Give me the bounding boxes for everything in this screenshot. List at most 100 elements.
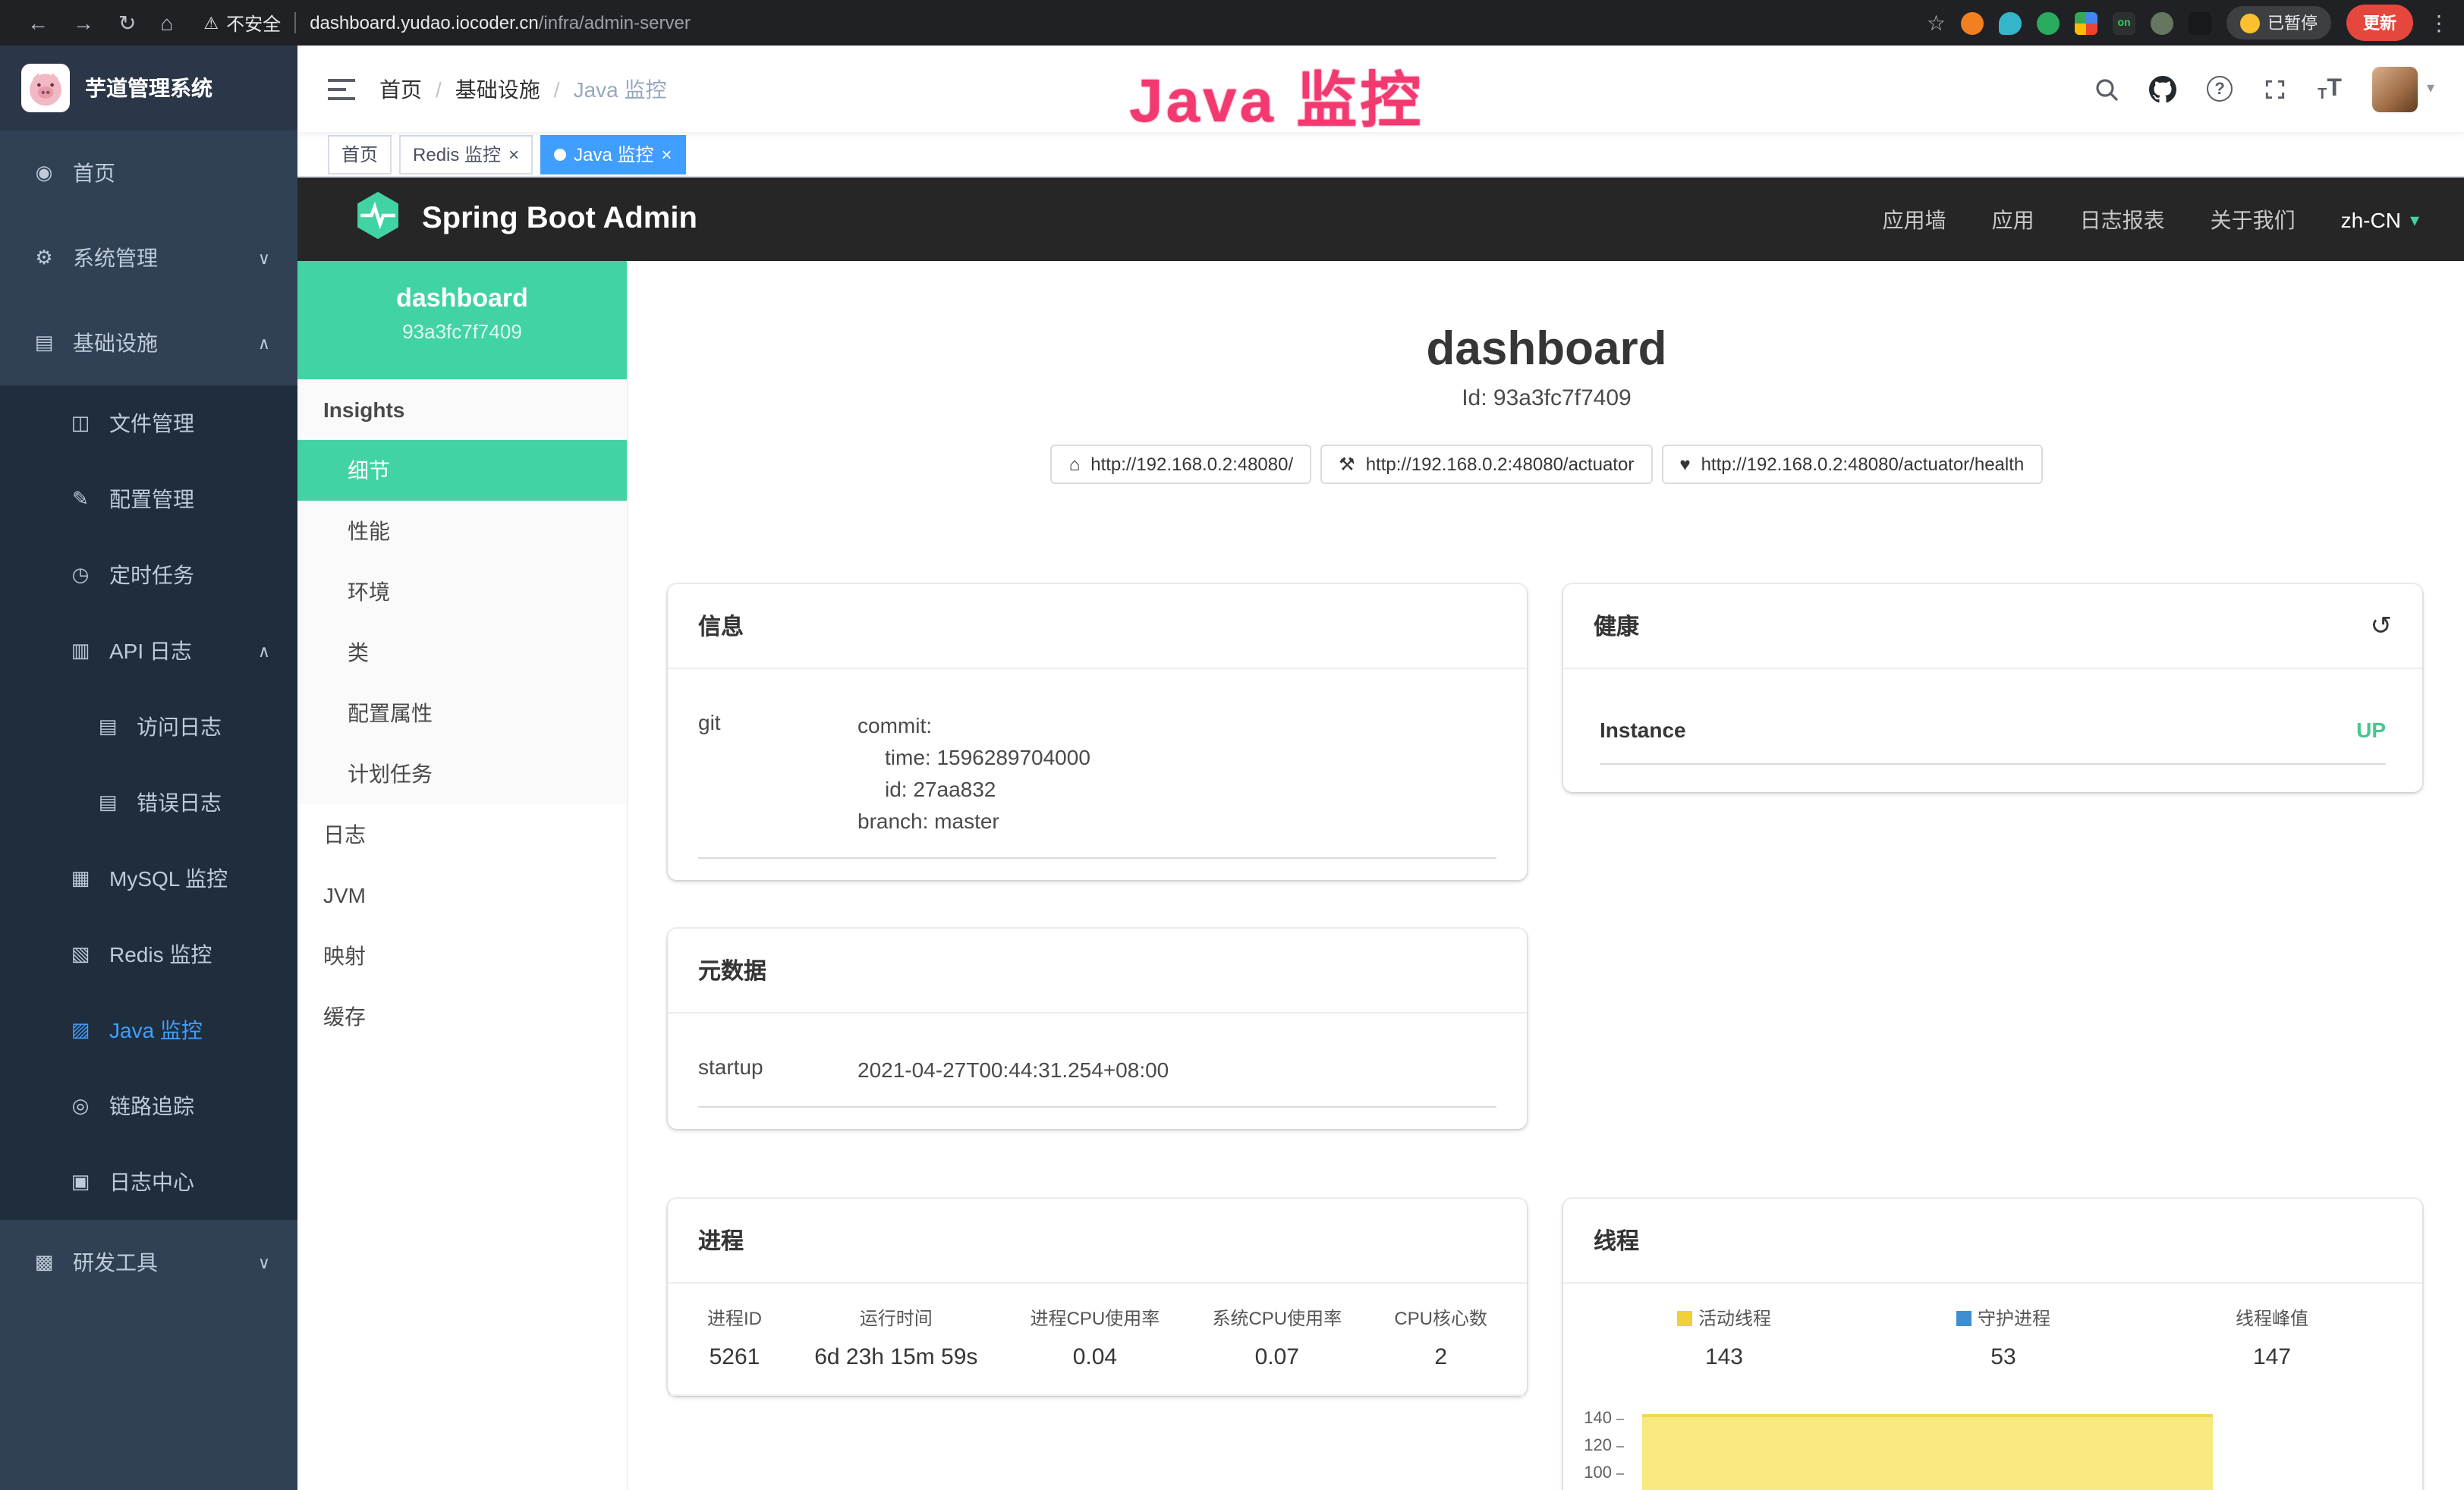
locale-label: zh-CN xyxy=(2341,207,2401,231)
extension-icon[interactable] xyxy=(2037,11,2060,34)
sidebar-item-file-mgmt[interactable]: ◫ 文件管理 xyxy=(0,385,297,461)
font-size-icon[interactable]: TT xyxy=(2318,75,2342,102)
sba-item-jvm[interactable]: JVM xyxy=(297,865,627,926)
breadcrumb-infrastructure[interactable]: 基础设施 xyxy=(455,74,540,104)
sidebar-item-system-mgmt[interactable]: ⚙ 系统管理 ∨ xyxy=(0,215,297,300)
sidebar-item-scheduled-jobs[interactable]: ◷ 定时任务 xyxy=(0,537,297,613)
sidebar-item-label: 配置管理 xyxy=(109,484,194,514)
sidebar-item-label: 系统管理 xyxy=(73,243,158,273)
sidebar-item-log-center[interactable]: ▣ 日志中心 xyxy=(0,1144,297,1220)
active-threads-area xyxy=(1642,1414,2213,1490)
page-header: 首页 / 基础设施 / Java 监控 ? xyxy=(297,46,2464,132)
metric-value: 2 xyxy=(1394,1344,1487,1370)
sidebar-item-access-logs[interactable]: ▤ 访问日志 xyxy=(0,689,297,765)
sba-nav-journal[interactable]: 日志报表 xyxy=(2080,204,2165,234)
card-title-threads: 线程 xyxy=(1594,1224,1639,1256)
metric-pid: 进程ID 5261 xyxy=(707,1305,762,1370)
sba-item-caches[interactable]: 缓存 xyxy=(297,986,627,1047)
breadcrumb-home[interactable]: 首页 xyxy=(379,74,422,104)
document-icon: ▤ xyxy=(94,791,121,815)
sidebar-item-dev-tools[interactable]: ▩ 研发工具 ∨ xyxy=(0,1220,297,1305)
link-label: http://192.168.0.2:48080/ xyxy=(1090,454,1293,475)
sba-nav-applications[interactable]: 应用 xyxy=(1992,204,2034,234)
sidebar-item-label: 错误日志 xyxy=(137,787,222,818)
fullscreen-icon[interactable] xyxy=(2263,77,2287,101)
sidebar-item-api-logs[interactable]: ▥ API 日志 ∧ xyxy=(0,613,297,689)
sba-item-config-props[interactable]: 配置属性 xyxy=(297,683,627,743)
hamburger-icon[interactable] xyxy=(328,77,355,101)
document-icon: ▤ xyxy=(94,715,121,739)
user-avatar[interactable]: ▾ xyxy=(2372,66,2434,112)
bookmark-star-icon[interactable]: ☆ xyxy=(1927,12,1946,33)
sba-item-scheduled-tasks[interactable]: 计划任务 xyxy=(297,743,627,804)
sidebar-item-mysql-monitor[interactable]: ▦ MySQL 监控 xyxy=(0,841,297,916)
sidebar-item-label: 链路追踪 xyxy=(109,1091,194,1121)
breadcrumb-separator: / xyxy=(436,77,442,101)
back-icon[interactable]: ← xyxy=(27,12,49,33)
sidebar-item-config-mgmt[interactable]: ✎ 配置管理 xyxy=(0,461,297,537)
extension-icon[interactable] xyxy=(1961,11,1984,34)
sidebar-item-error-logs[interactable]: ▤ 错误日志 xyxy=(0,765,297,841)
extension-icon[interactable] xyxy=(2075,11,2097,34)
extension-icon[interactable] xyxy=(1999,11,2022,34)
sba-item-classes[interactable]: 类 xyxy=(297,622,627,683)
sba-brand-title[interactable]: Spring Boot Admin xyxy=(422,202,697,237)
sba-locale-select[interactable]: zh-CN ▾ xyxy=(2341,207,2419,231)
extension-icon[interactable] xyxy=(2189,11,2211,34)
close-icon[interactable]: × xyxy=(508,145,519,163)
close-icon[interactable]: × xyxy=(661,145,672,163)
chevron-down-icon: ∨ xyxy=(258,1253,270,1272)
help-icon[interactable]: ? xyxy=(2207,76,2233,102)
git-commit-line: commit: xyxy=(858,710,1496,742)
actuator-url-link[interactable]: ⚒ http://192.168.0.2:48080/actuator xyxy=(1320,445,1652,484)
chrome-menu-icon[interactable]: ⋮ xyxy=(2428,12,2450,33)
metric-value: 53 xyxy=(1956,1344,2050,1370)
metric-label: CPU核心数 xyxy=(1394,1305,1487,1331)
metadata-card: 元数据 startup 2021-04-27T00:44:31.254+08:0… xyxy=(668,929,1527,1129)
breadcrumb: 首页 / 基础设施 / Java 监控 xyxy=(379,74,667,104)
sidebar-item-redis-monitor[interactable]: ▧ Redis 监控 xyxy=(0,916,297,992)
tab-home[interactable]: 首页 xyxy=(328,134,392,174)
address-bar[interactable]: ⚠ 不安全 dashboard.yudao.iocoder.cn/infra/a… xyxy=(185,10,1926,36)
cards-grid: 信息 git commit: time: 1596289704000 id: 2 xyxy=(628,584,2464,1490)
metric-live-threads: 活动线程 143 xyxy=(1677,1305,1771,1370)
extension-icon[interactable] xyxy=(2151,11,2173,34)
threads-metrics: 活动线程 143 守护进程 xyxy=(1563,1284,2422,1385)
sba-item-mappings[interactable]: 映射 xyxy=(297,926,627,986)
not-secure-label: 不安全 xyxy=(226,10,281,36)
process-metrics: 进程ID 5261 运行时间 6d 23h 15m 59s 进程CPU使用率 xyxy=(668,1284,1527,1396)
sba-nav-wallboard[interactable]: 应用墙 xyxy=(1883,204,1946,234)
forward-icon[interactable]: → xyxy=(73,12,94,33)
sba-item-environment[interactable]: 环境 xyxy=(297,561,627,622)
redis-icon: ▧ xyxy=(67,942,94,967)
search-icon[interactable] xyxy=(2094,77,2119,101)
instance-url-link[interactable]: ⌂ http://192.168.0.2:48080/ xyxy=(1051,445,1311,484)
annotation-overlay: Java 监控 xyxy=(1129,52,1424,140)
reload-icon[interactable]: ↻ xyxy=(118,12,136,33)
sidebar-item-link-tracing[interactable]: ◎ 链路追踪 xyxy=(0,1068,297,1144)
instance-id: 93a3fc7f7409 xyxy=(297,320,627,343)
instance-header: dashboard 93a3fc7f7409 xyxy=(297,261,627,379)
tab-java-monitor[interactable]: Java 监控 × xyxy=(540,134,685,174)
profile-paused-badge[interactable]: 已暂停 xyxy=(2226,6,2331,39)
sba-item-logs[interactable]: 日志 xyxy=(297,804,627,865)
chrome-update-button[interactable]: 更新 xyxy=(2346,5,2413,41)
info-card: 信息 git commit: time: 1596289704000 id: 2 xyxy=(668,584,1527,880)
metric-value: 147 xyxy=(2236,1344,2308,1370)
extension-on-icon[interactable]: on xyxy=(2113,11,2135,34)
history-icon[interactable]: ↺ xyxy=(2371,613,2393,639)
chevron-up-icon: ∧ xyxy=(258,641,270,661)
health-heart-icon: ♥ xyxy=(1679,454,1690,475)
sba-item-details[interactable]: 细节 xyxy=(297,440,627,501)
sba-content: dashboard Id: 93a3fc7f7409 ⌂ http://192.… xyxy=(628,261,2464,1490)
sidebar-item-infrastructure[interactable]: ▤ 基础设施 ∧ xyxy=(0,300,297,385)
health-url-link[interactable]: ♥ http://192.168.0.2:48080/actuator/heal… xyxy=(1661,445,2042,484)
sidebar-item-java-monitor[interactable]: ▨ Java 监控 xyxy=(0,992,297,1068)
sidebar-item-home[interactable]: ◉ 首页 xyxy=(0,130,297,215)
browser-home-icon[interactable]: ⌂ xyxy=(160,12,173,33)
tab-redis-monitor[interactable]: Redis 监控 × xyxy=(399,134,533,174)
smiley-icon xyxy=(2240,13,2260,33)
sba-nav-about[interactable]: 关于我们 xyxy=(2211,204,2296,234)
github-icon[interactable] xyxy=(2149,75,2176,102)
sba-item-performance[interactable]: 性能 xyxy=(297,501,627,561)
